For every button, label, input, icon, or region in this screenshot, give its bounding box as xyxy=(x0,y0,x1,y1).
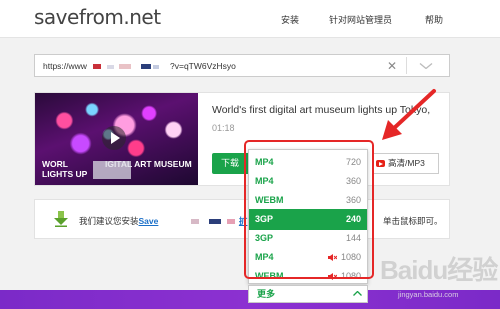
highlight-frame xyxy=(244,140,374,279)
redacted-mark xyxy=(93,64,101,69)
url-prefix: https://www xyxy=(43,61,87,71)
nav-install[interactable]: 安装 xyxy=(281,13,299,26)
redacted-mark xyxy=(153,65,159,69)
redacted-mark xyxy=(119,64,131,69)
redacted-mark xyxy=(141,64,151,69)
download-arrow-icon xyxy=(54,211,68,227)
close-icon[interactable]: ✕ xyxy=(387,59,397,73)
redacted-mark xyxy=(107,65,114,69)
chevron-down-icon[interactable] xyxy=(419,63,433,69)
video-duration: 01:18 xyxy=(212,123,235,133)
chevron-up-icon xyxy=(353,291,362,296)
redacted-mark xyxy=(209,219,222,224)
download-button[interactable]: 下载 xyxy=(212,153,248,174)
extension-link[interactable]: Save xyxy=(139,216,159,226)
extension-suggestion: 我们建议您安装Save 扩 单击鼠标即可。 xyxy=(34,199,450,239)
suggestion-text-end: 单击鼠标即可。 xyxy=(383,216,443,226)
nav-help[interactable]: 帮助 xyxy=(425,13,443,26)
hd-mp3-button[interactable]: 高清/MP3 xyxy=(372,153,439,174)
nav-webmasters[interactable]: 针对网站管理员 xyxy=(329,13,392,26)
top-navigation-bar: savefrom.net 安装 针对网站管理员 帮助 xyxy=(0,0,500,38)
redacted-mark xyxy=(226,219,235,224)
play-icon[interactable] xyxy=(102,126,126,150)
url-suffix: ?v=qTW6VzHsyo xyxy=(170,61,236,71)
video-thumbnail[interactable]: WORL IGITAL ART MUSEUM LIGHTS UP xyxy=(35,93,198,185)
url-text: https://www xyxy=(43,61,87,71)
annotation-arrow-icon xyxy=(382,89,436,140)
site-logo[interactable]: savefrom.net xyxy=(34,5,161,29)
redacted-mark xyxy=(190,219,199,224)
redacted-mark xyxy=(93,161,131,179)
youtube-icon xyxy=(376,160,385,167)
more-formats-button[interactable]: 更多 xyxy=(248,285,368,303)
divider xyxy=(406,57,407,74)
more-label: 更多 xyxy=(257,289,276,299)
url-input[interactable]: https://www ?v=qTW6VzHsyo ✕ xyxy=(34,54,450,77)
hd-mp3-label: 高清/MP3 xyxy=(388,158,425,168)
watermark-logo: Baidu经验 xyxy=(380,255,498,285)
watermark-url: jingyan.baidu.com xyxy=(398,290,459,299)
suggestion-text: 我们建议您安装Save 扩 xyxy=(79,216,248,226)
